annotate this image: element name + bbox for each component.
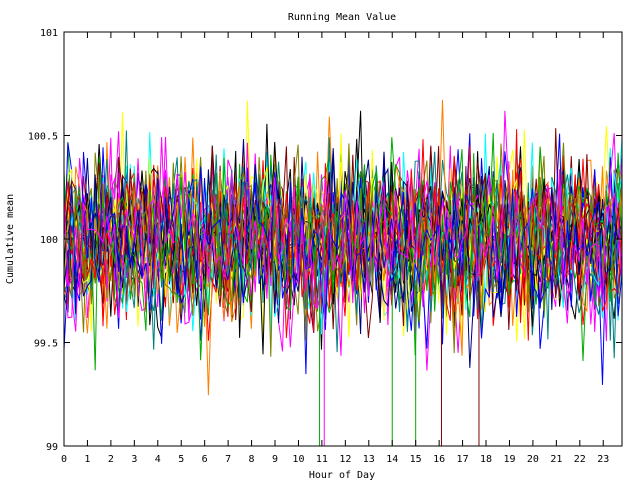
y-tick-label: 99.5 bbox=[34, 339, 58, 350]
x-tick-label: 18 bbox=[480, 454, 492, 465]
y-tick-label: 101 bbox=[40, 28, 58, 39]
x-tick-label: 9 bbox=[272, 454, 278, 465]
x-tick-label: 8 bbox=[249, 454, 255, 465]
x-tick-label: 19 bbox=[503, 454, 515, 465]
chart-title: Running Mean Value bbox=[288, 12, 396, 23]
x-tick-label: 5 bbox=[178, 454, 184, 465]
x-tick-label: 1 bbox=[84, 454, 90, 465]
x-tick-label: 21 bbox=[550, 454, 562, 465]
x-tick-label: 16 bbox=[433, 454, 445, 465]
x-tick-label: 17 bbox=[457, 454, 469, 465]
x-tick-label: 3 bbox=[131, 454, 137, 465]
x-tick-label: 13 bbox=[363, 454, 375, 465]
x-tick-label: 20 bbox=[527, 454, 539, 465]
x-tick-label: 14 bbox=[386, 454, 398, 465]
running-mean-chart: Running Mean Value Cumulative mean Hour … bbox=[5, 12, 623, 480]
y-axis-label: Cumulative mean bbox=[5, 194, 16, 284]
x-tick-label: 10 bbox=[292, 454, 304, 465]
x-tick-label: 0 bbox=[61, 454, 67, 465]
y-tick-label: 100 bbox=[40, 235, 58, 246]
x-tick-label: 6 bbox=[202, 454, 208, 465]
x-tick-label: 23 bbox=[597, 454, 609, 465]
x-tick-label: 4 bbox=[155, 454, 161, 465]
y-tick-label: 99 bbox=[46, 442, 58, 453]
x-axis-label: Hour of Day bbox=[309, 470, 375, 480]
series-layer bbox=[63, 99, 623, 396]
x-tick-label: 12 bbox=[339, 454, 351, 465]
x-tick-label: 15 bbox=[410, 454, 422, 465]
x-tick-label: 7 bbox=[225, 454, 231, 465]
x-tick-label: 22 bbox=[574, 454, 586, 465]
x-tick-label: 2 bbox=[108, 454, 114, 465]
x-tick-label: 11 bbox=[316, 454, 328, 465]
y-tick-label: 100.5 bbox=[28, 132, 58, 143]
